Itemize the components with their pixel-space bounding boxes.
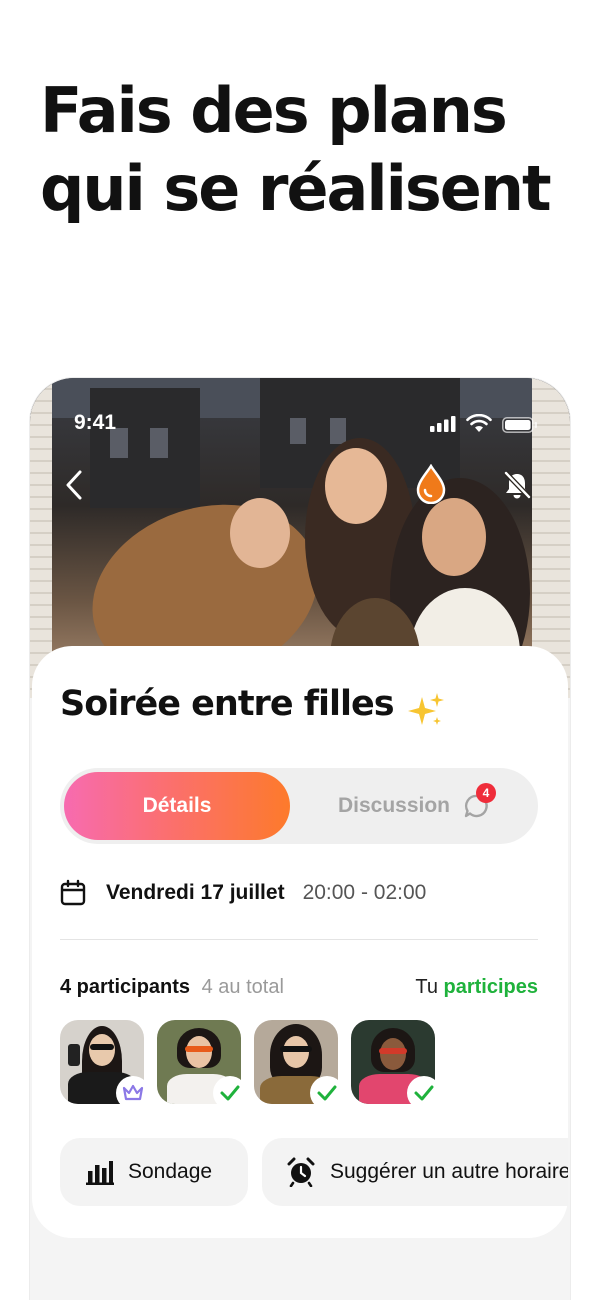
phone-mockup: 9:41 Soirée entre filles Détails Discuss…: [30, 378, 570, 1300]
suggest-time-label: Suggérer un autre horaire: [330, 1160, 568, 1183]
tab-details-label: Détails: [142, 794, 212, 817]
poll-button[interactable]: Sondage: [60, 1138, 248, 1206]
event-date-row: Vendredi 17 juillet 20:00 - 02:00: [60, 878, 426, 908]
attendance-value: participes: [443, 976, 538, 998]
participants-header: 4 participants 4 au total Tu participes: [60, 976, 538, 1006]
tab-details[interactable]: Détails: [64, 772, 290, 840]
event-title: Soirée entre filles: [60, 684, 395, 724]
poll-button-label: Sondage: [128, 1160, 213, 1183]
status-bar: 9:41: [30, 406, 570, 442]
event-title-row: Soirée entre filles: [60, 684, 446, 731]
segmented-tabs: Détails Discussion 4: [60, 768, 538, 844]
check-icon: [310, 1076, 344, 1110]
sparkles-icon: [407, 692, 444, 725]
chat-bubble-icon: 4: [462, 783, 497, 821]
attendance-status[interactable]: Tu participes: [415, 976, 538, 999]
battery-icon: [502, 417, 537, 433]
event-time: 20:00 - 02:00: [302, 881, 427, 904]
flame-drop-icon[interactable]: [414, 464, 448, 504]
calendar-icon: [60, 879, 86, 906]
attendance-prefix: Tu: [415, 976, 438, 998]
participants-total: 4 au total: [201, 976, 284, 998]
tab-discussion[interactable]: Discussion 4: [296, 772, 534, 840]
headline-line-2: qui se réalisent: [40, 152, 552, 225]
participants-count: 4 participants: [60, 976, 191, 998]
crown-icon: [116, 1076, 150, 1110]
check-icon: [407, 1076, 441, 1110]
status-time: 9:41: [74, 411, 117, 434]
headline: Fais des plans qui se réalisent: [40, 72, 580, 228]
event-card: Soirée entre filles Détails Discussion 4: [32, 646, 568, 1238]
suggest-time-button[interactable]: Suggérer un autre horaire: [262, 1138, 568, 1206]
headline-line-1: Fais des plans: [40, 74, 508, 147]
muted-bell-icon[interactable]: [502, 470, 532, 500]
back-chevron-icon[interactable]: [60, 468, 90, 502]
alarm-clock-icon: [287, 1157, 315, 1187]
cellular-signal-icon: [430, 416, 456, 432]
discussion-unread-badge: 4: [476, 783, 497, 803]
tab-discussion-label: Discussion: [337, 794, 451, 817]
wifi-icon: [466, 414, 492, 432]
event-date: Vendredi 17 juillet: [106, 881, 285, 904]
check-icon: [213, 1076, 247, 1110]
bar-chart-icon: [86, 1161, 114, 1185]
divider: [60, 939, 538, 940]
